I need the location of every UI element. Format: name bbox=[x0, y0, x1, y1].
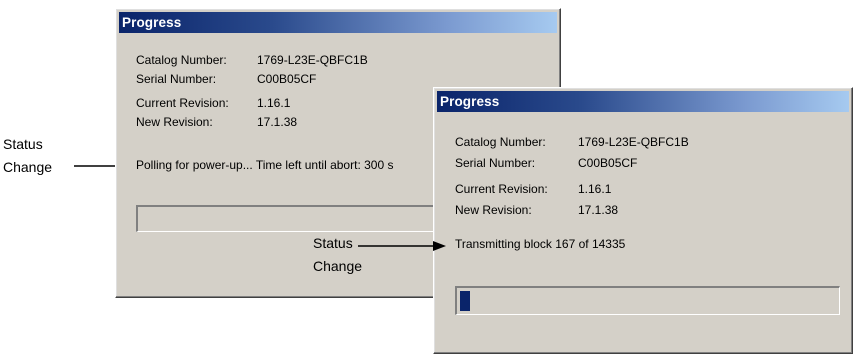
progress-fill bbox=[460, 291, 470, 311]
current-revision-value: 1.16.1 bbox=[257, 96, 291, 110]
titlebar[interactable]: Progress bbox=[119, 12, 557, 33]
annotation-line2: Change bbox=[3, 159, 53, 175]
annotation-line1: Status bbox=[313, 235, 353, 251]
current-revision-label: Current Revision: bbox=[455, 182, 548, 196]
progress-dialog-front: Progress Catalog Number: 1769-L23E-QBFC1… bbox=[433, 87, 853, 354]
status-change-annotation-middle: Status Change bbox=[313, 232, 362, 278]
serial-number-label: Serial Number: bbox=[455, 156, 536, 170]
serial-number-value: C00B05CF bbox=[257, 72, 317, 86]
status-text: Transmitting block 167 of 14335 bbox=[455, 237, 626, 251]
serial-number-label: Serial Number: bbox=[136, 72, 217, 86]
progress-bar bbox=[455, 286, 840, 315]
current-revision-label: Current Revision: bbox=[136, 96, 229, 110]
new-revision-value: 17.1.38 bbox=[578, 203, 619, 217]
catalog-number-label: Catalog Number: bbox=[136, 53, 227, 67]
catalog-number-value: 1769-L23E-QBFC1B bbox=[257, 53, 368, 67]
annotation-line2: Change bbox=[313, 258, 363, 274]
catalog-number-label: Catalog Number: bbox=[455, 135, 546, 149]
serial-number-value: C00B05CF bbox=[578, 156, 638, 170]
annotation-line1: Status bbox=[3, 136, 43, 152]
titlebar[interactable]: Progress bbox=[437, 91, 849, 112]
new-revision-value: 17.1.38 bbox=[257, 115, 298, 129]
current-revision-value: 1.16.1 bbox=[578, 182, 612, 196]
catalog-number-value: 1769-L23E-QBFC1B bbox=[578, 135, 689, 149]
status-change-annotation-left: Status Change bbox=[3, 133, 52, 179]
annotation-arrow-middle bbox=[358, 241, 446, 251]
new-revision-label: New Revision: bbox=[455, 203, 532, 217]
new-revision-label: New Revision: bbox=[136, 115, 213, 129]
